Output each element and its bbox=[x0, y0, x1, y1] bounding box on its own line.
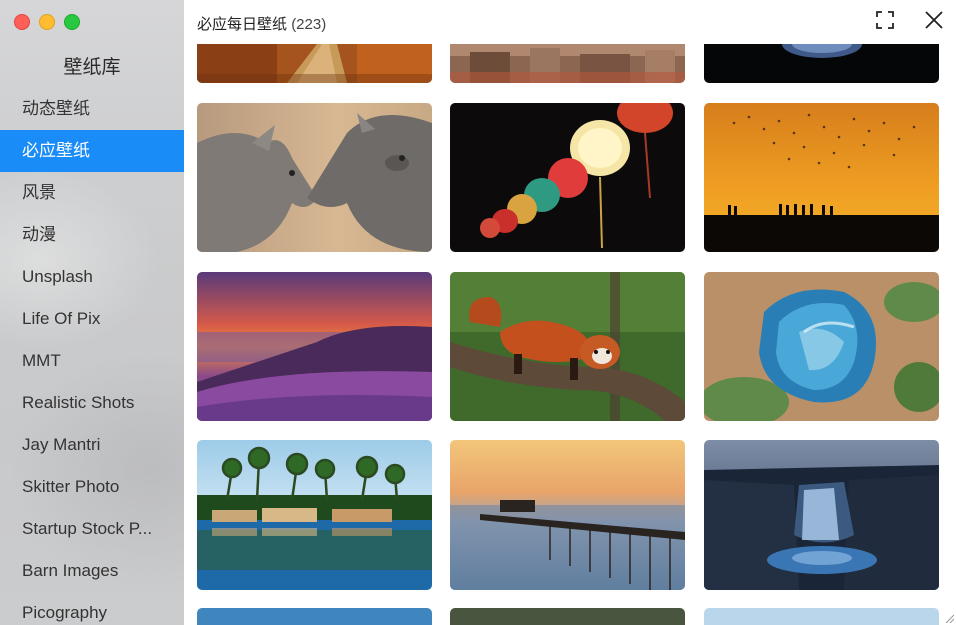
autumn-path-image bbox=[197, 44, 432, 83]
window-maximize-button[interactable] bbox=[64, 14, 80, 30]
fullscreen-button[interactable] bbox=[874, 9, 896, 31]
wallpaper-thumbnail[interactable] bbox=[197, 272, 432, 421]
wallpaper-thumbnail[interactable] bbox=[197, 440, 432, 590]
birds-sunset-silhouettes-image bbox=[704, 103, 939, 252]
wallpaper-thumbnail[interactable] bbox=[704, 608, 939, 625]
wallpaper-thumbnail[interactable] bbox=[197, 608, 432, 625]
wallpaper-thumbnail[interactable] bbox=[450, 103, 685, 252]
page-title-text: 必应每日壁纸 bbox=[197, 16, 288, 33]
partial-thumbnail-image bbox=[450, 608, 685, 625]
sidebar-item-barn-images[interactable]: Barn Images bbox=[0, 550, 184, 592]
wallpaper-thumbnail[interactable] bbox=[197, 103, 432, 252]
sidebar-item-realistic-shots[interactable]: Realistic Shots bbox=[0, 382, 184, 424]
sidebar-item-picography[interactable]: Picography bbox=[0, 592, 184, 625]
aerial-blue-pool-image bbox=[704, 272, 939, 421]
wallpaper-thumbnail[interactable] bbox=[450, 272, 685, 421]
page-title: 必应每日壁纸 (223) bbox=[197, 13, 326, 34]
library-title: 壁纸库 bbox=[63, 57, 121, 78]
sidebar-item-mmt[interactable]: MMT bbox=[0, 340, 184, 382]
sidebar-item-startup-stock-photos[interactable]: Startup Stock P... bbox=[0, 508, 184, 550]
chinese-lanterns-image bbox=[450, 103, 685, 252]
wallpaper-thumbnail[interactable] bbox=[704, 103, 939, 252]
close-button[interactable] bbox=[923, 9, 945, 31]
waterfall-dusk-image bbox=[704, 440, 939, 590]
palm-houseboats-image bbox=[197, 440, 432, 590]
wallpaper-thumbnail[interactable] bbox=[704, 44, 939, 83]
partial-thumbnail-image bbox=[704, 608, 939, 625]
close-icon bbox=[925, 11, 943, 29]
wallpaper-thumbnail[interactable] bbox=[197, 44, 432, 83]
wallpaper-thumbnail[interactable] bbox=[450, 44, 685, 83]
wallpaper-thumbnail[interactable] bbox=[704, 440, 939, 590]
fullscreen-icon bbox=[876, 11, 894, 29]
sidebar-nav: 动态壁纸 必应壁纸 风景 动漫 Unsplash Life Of Pix MMT… bbox=[0, 88, 184, 625]
window-close-button[interactable] bbox=[14, 14, 30, 30]
main-content: 必应每日壁纸 (223) bbox=[184, 0, 956, 625]
sidebar-item-unsplash[interactable]: Unsplash bbox=[0, 256, 184, 298]
header: 必应每日壁纸 (223) bbox=[184, 0, 956, 44]
wallpaper-thumbnail[interactable] bbox=[704, 272, 939, 421]
rhinos-image bbox=[197, 103, 432, 252]
planet-dark-sky-image bbox=[704, 44, 939, 83]
sidebar-item-skitter-photo[interactable]: Skitter Photo bbox=[0, 466, 184, 508]
window-minimize-button[interactable] bbox=[39, 14, 55, 30]
sidebar-item-live-wallpaper[interactable]: 动态壁纸 bbox=[0, 88, 184, 130]
wallpaper-count: (223) bbox=[291, 16, 327, 33]
sidebar-item-bing-wallpaper[interactable]: 必应壁纸 bbox=[0, 130, 184, 172]
sidebar-item-scenery[interactable]: 风景 bbox=[0, 172, 184, 214]
resize-grip-icon[interactable] bbox=[944, 613, 954, 623]
partial-thumbnail-image bbox=[197, 608, 432, 625]
wallpaper-thumbnail[interactable] bbox=[450, 608, 685, 625]
wallpaper-thumbnail[interactable] bbox=[450, 440, 685, 590]
sidebar: 壁纸库 动态壁纸 必应壁纸 风景 动漫 Unsplash Life Of Pix… bbox=[0, 0, 184, 625]
old-town-rooftops-image bbox=[450, 44, 685, 83]
sidebar-item-life-of-pix[interactable]: Life Of Pix bbox=[0, 298, 184, 340]
red-panda-image bbox=[450, 272, 685, 421]
pier-sunset-image bbox=[450, 440, 685, 590]
sidebar-item-anime[interactable]: 动漫 bbox=[0, 214, 184, 256]
purple-coast-sunset-image bbox=[197, 272, 432, 421]
sidebar-item-jay-mantri[interactable]: Jay Mantri bbox=[0, 424, 184, 466]
